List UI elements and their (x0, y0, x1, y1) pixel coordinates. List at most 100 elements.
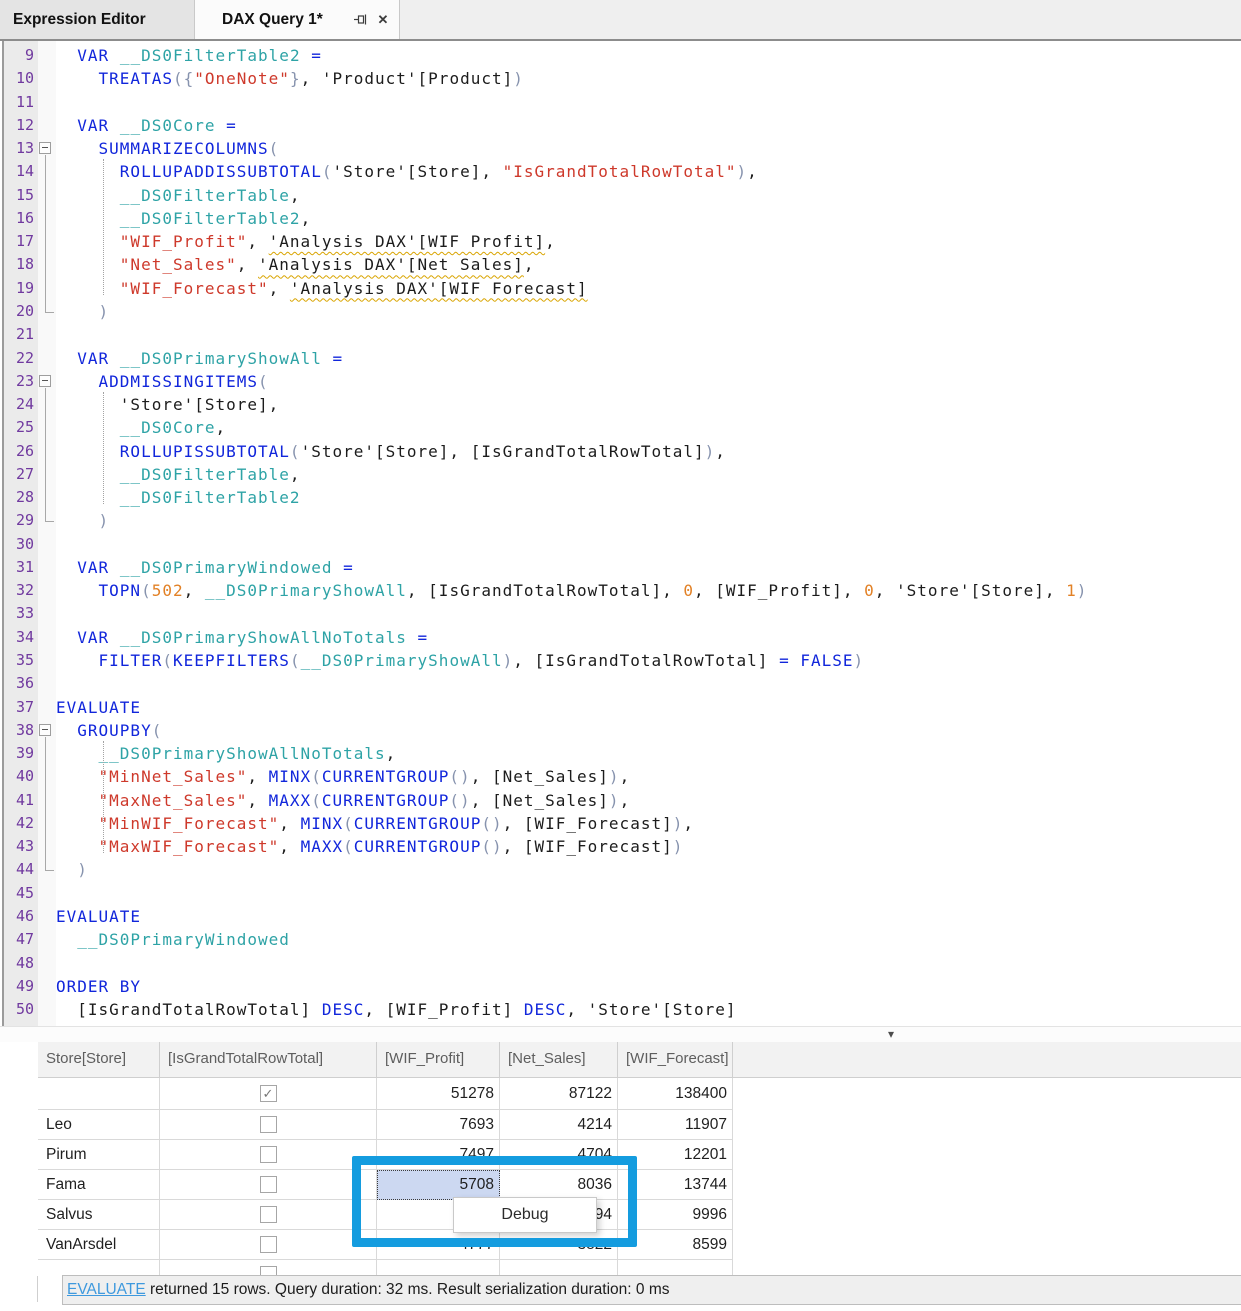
code-line-35[interactable]: FILTER(KEEPFILTERS(__DS0PrimaryShowAll),… (56, 649, 864, 672)
cell-wif-forecast[interactable] (618, 1260, 733, 1276)
code-line-47[interactable]: __DS0PrimaryWindowed (56, 928, 290, 951)
cell-wif-forecast[interactable]: 9996 (618, 1200, 733, 1230)
column-header[interactable]: [Net_Sales] (500, 1042, 618, 1078)
line-number: 38 (4, 719, 34, 742)
code-line-27[interactable]: __DS0FilterTable, (56, 463, 301, 486)
cell-wif-forecast[interactable]: 13744 (618, 1170, 733, 1200)
code-line-16[interactable]: __DS0FilterTable2, (56, 207, 311, 230)
cell-is-grand-total[interactable]: ✓ (160, 1078, 377, 1110)
code-token: VAR (77, 558, 109, 577)
code-line-39[interactable]: __DS0PrimaryShowAllNoTotals, (56, 742, 396, 765)
code-line-41[interactable]: "MaxNet_Sales", MAXX(CURRENTGROUP(), [Ne… (56, 789, 630, 812)
cell-net-sales[interactable]: 4214 (500, 1110, 618, 1140)
dax-code-editor[interactable]: 9101112131415161718192021222324252627282… (0, 41, 1241, 1026)
cell-store[interactable]: Fama (38, 1170, 160, 1200)
cell-is-grand-total[interactable] (160, 1200, 377, 1230)
code-line-49[interactable]: ORDER BY (56, 975, 141, 998)
code-line-34[interactable]: VAR __DS0PrimaryShowAllNoTotals = (56, 626, 428, 649)
code-token: = (311, 46, 322, 65)
code-line-43[interactable]: "MaxWIF_Forecast", MAXX(CURRENTGROUP(), … (56, 835, 683, 858)
column-header[interactable]: [IsGrandTotalRowTotal] (160, 1042, 377, 1078)
code-line-32[interactable]: TOPN(502, __DS0PrimaryShowAll, [IsGrandT… (56, 579, 1087, 602)
code-line-14[interactable]: ROLLUPADDISSUBTOTAL('Store'[Store], "IsG… (56, 160, 758, 183)
code-line-24[interactable]: 'Store'[Store], (56, 393, 279, 416)
editor-results-splitter[interactable]: ▾ (0, 1026, 1241, 1042)
cell-is-grand-total[interactable] (160, 1260, 377, 1276)
cell-store[interactable] (38, 1260, 160, 1276)
cell-net-sales[interactable]: 3822 (500, 1230, 618, 1260)
code-line-28[interactable]: __DS0FilterTable2 (56, 486, 301, 509)
cell-wif-profit[interactable] (377, 1260, 500, 1276)
cell-is-grand-total[interactable] (160, 1110, 377, 1140)
cell-store[interactable]: Pirum (38, 1140, 160, 1170)
cell-net-sales[interactable]: 87122 (500, 1078, 618, 1110)
code-line-46[interactable]: EVALUATE (56, 905, 141, 928)
evaluate-link[interactable]: EVALUATE (67, 1281, 146, 1299)
line-number: 12 (4, 114, 34, 137)
cell-net-sales[interactable]: 4704 (500, 1140, 618, 1170)
code-line-38[interactable]: GROUPBY( (56, 719, 162, 742)
tab-expression-editor[interactable]: Expression Editor (0, 0, 195, 39)
code-line-17[interactable]: "WIF_Profit", 'Analysis DAX'[WIF Profit]… (56, 230, 556, 253)
menu-item-debug[interactable]: Debug (501, 1206, 548, 1224)
line-number: 27 (4, 463, 34, 486)
code-token: __DS0PrimaryWindowed (77, 930, 290, 949)
close-icon[interactable]: ✕ (375, 12, 391, 28)
cell-wif-profit[interactable]: 4777 (377, 1230, 500, 1260)
code-line-15[interactable]: __DS0FilterTable, (56, 184, 301, 207)
code-token: ) (99, 302, 110, 321)
code-line-18[interactable]: "Net_Sales", 'Analysis DAX'[Net Sales], (56, 253, 535, 276)
cell-wif-forecast[interactable]: 138400 (618, 1078, 733, 1110)
code-line-31[interactable]: VAR __DS0PrimaryWindowed = (56, 556, 354, 579)
code-line-10[interactable]: TREATAS({"OneNote"}, 'Product'[Product]) (56, 67, 524, 90)
cell-net-sales[interactable] (500, 1260, 618, 1276)
code-token: __DS0PrimaryShowAllNoTotals (120, 628, 407, 647)
fold-collapse-marker[interactable] (39, 375, 51, 387)
cell-wif-forecast[interactable]: 11907 (618, 1110, 733, 1140)
code-line-26[interactable]: ROLLUPISSUBTOTAL('Store'[Store], [IsGran… (56, 440, 726, 463)
code-line-29[interactable]: ) (56, 509, 109, 532)
code-line-40[interactable]: "MinNet_Sales", MINX(CURRENTGROUP(), [Ne… (56, 765, 630, 788)
code-token (56, 651, 99, 670)
cell-wif-profit[interactable]: 7693 (377, 1110, 500, 1140)
code-line-23[interactable]: ADDMISSINGITEMS( (56, 370, 269, 393)
cell-wif-profit[interactable]: 7497 (377, 1140, 500, 1170)
pin-icon[interactable] (352, 12, 368, 28)
code-line-44[interactable]: ) (56, 858, 88, 881)
fold-collapse-marker[interactable] (39, 142, 51, 154)
cell-is-grand-total[interactable] (160, 1170, 377, 1200)
column-header[interactable]: [WIF_Profit] (377, 1042, 500, 1078)
cell-store[interactable]: Leo (38, 1110, 160, 1140)
code-token: , (545, 232, 556, 251)
cell-wif-forecast[interactable]: 12201 (618, 1140, 733, 1170)
cell-wif-profit-selected[interactable]: 5708 (377, 1170, 500, 1200)
row-filler (733, 1230, 1241, 1260)
cell-store[interactable]: VanArsdel (38, 1230, 160, 1260)
collapse-results-arrow-icon[interactable]: ▾ (888, 1027, 894, 1041)
code-line-9[interactable]: VAR __DS0FilterTable2 = (56, 44, 322, 67)
code-line-22[interactable]: VAR __DS0PrimaryShowAll = (56, 347, 343, 370)
fold-collapse-marker[interactable] (39, 724, 51, 736)
cell-store[interactable] (38, 1078, 160, 1110)
code-line-19[interactable]: "WIF_Forecast", 'Analysis DAX'[WIF Forec… (56, 277, 588, 300)
column-header[interactable]: Store[Store] (38, 1042, 160, 1078)
code-token: , (279, 814, 300, 833)
code-line-13[interactable]: SUMMARIZECOLUMNS( (56, 137, 279, 160)
code-line-25[interactable]: __DS0Core, (56, 416, 226, 439)
cell-wif-forecast[interactable]: 8599 (618, 1230, 733, 1260)
cell-net-sales[interactable]: 8036 (500, 1170, 618, 1200)
cell-is-grand-total[interactable] (160, 1140, 377, 1170)
cell-wif-profit[interactable]: 51278 (377, 1078, 500, 1110)
code-token: TOPN (99, 581, 142, 600)
code-line-12[interactable]: VAR __DS0Core = (56, 114, 237, 137)
fold-region-line (45, 388, 46, 522)
code-token (56, 372, 99, 391)
code-line-37[interactable]: EVALUATE (56, 696, 141, 719)
code-line-50[interactable]: [IsGrandTotalRowTotal] DESC, [WIF_Profit… (56, 998, 737, 1021)
column-header[interactable]: [WIF_Forecast] (618, 1042, 733, 1078)
code-line-42[interactable]: "MinWIF_Forecast", MINX(CURRENTGROUP(), … (56, 812, 694, 835)
cell-is-grand-total[interactable] (160, 1230, 377, 1260)
code-line-20[interactable]: ) (56, 300, 109, 323)
tab-dax-query-1[interactable]: DAX Query 1* ✕ (195, 0, 400, 39)
cell-store[interactable]: Salvus (38, 1200, 160, 1230)
